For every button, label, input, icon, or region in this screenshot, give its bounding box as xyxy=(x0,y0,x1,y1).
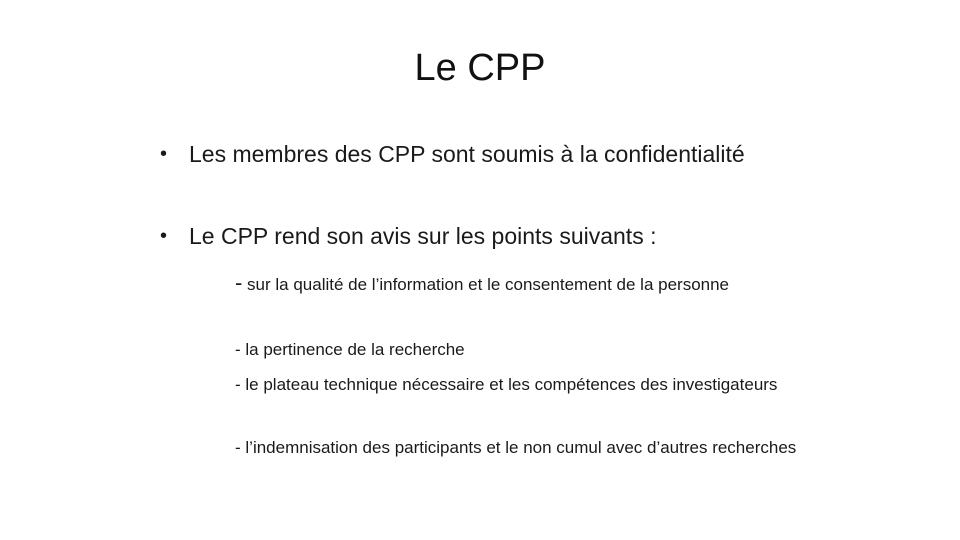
sub-item-technical-platform: - le plateau technique nécessaire et les… xyxy=(235,375,778,394)
bullet-text: Le CPP rend son avis sur les points suiv… xyxy=(189,223,657,249)
sub-item-relevance: - la pertinence de la recherche xyxy=(235,340,465,359)
slide-title: Le CPP xyxy=(414,47,546,89)
slide: Le CPP • Les membres des CPP sont soumis… xyxy=(0,0,960,540)
bullet-text: Les membres des CPP sont soumis à la con… xyxy=(189,141,745,167)
bullet-marker: • xyxy=(160,225,168,247)
bullet-points-list-intro: • Le CPP rend son avis sur les points su… xyxy=(160,221,820,251)
sub-item-text: sur la qualité de l’information et le co… xyxy=(242,275,730,294)
bullet-marker: • xyxy=(160,143,168,165)
sub-item-compensation: - l’indemnisation des participants et le… xyxy=(235,438,797,457)
sub-item-information-consent: - sur la qualité de l’information et le … xyxy=(160,271,800,297)
bullet-confidentiality: • Les membres des CPP sont soumis à la c… xyxy=(160,139,820,169)
